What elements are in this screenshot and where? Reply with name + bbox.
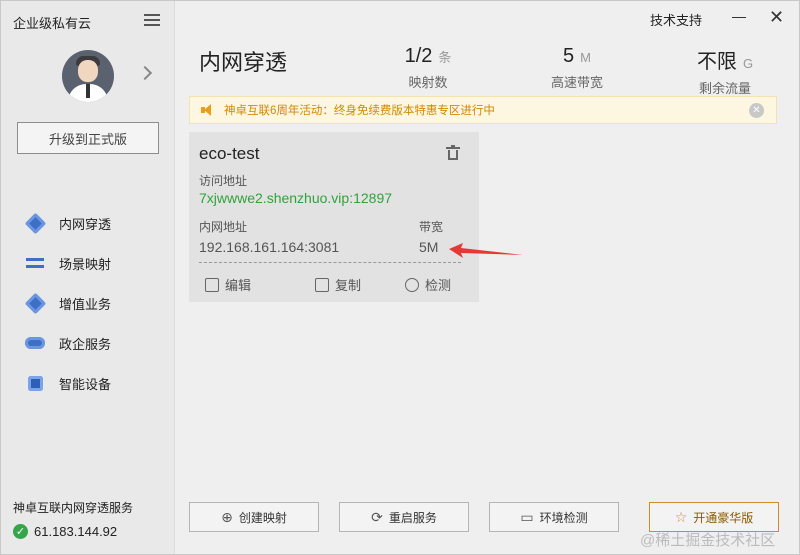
check-circle-icon: ✓ (13, 524, 28, 539)
chevron-right-icon[interactable] (137, 65, 153, 81)
speaker-icon (200, 103, 214, 117)
plus-circle-icon: ⊕ (221, 508, 233, 525)
stat-value: 5 (563, 45, 575, 67)
stat-traffic: 不限 G 剩余流量 (687, 45, 763, 97)
lan-address: 192.168.161.164:3081 (199, 239, 340, 255)
tunnel-icon (23, 212, 47, 234)
hamburger-menu-icon[interactable] (144, 14, 160, 28)
stat-bandwidth: 5M 高速带宽 (539, 45, 615, 91)
avatar[interactable] (62, 50, 114, 102)
bandwidth-value: 5M (419, 239, 439, 255)
gov-service-icon (23, 334, 47, 352)
edit-label: 编辑 (225, 278, 252, 293)
upgrade-button[interactable]: 升级到正式版 (17, 122, 159, 154)
refresh-icon: ⟳ (371, 508, 383, 525)
brand-title: 企业级私有云 (13, 16, 92, 31)
env-check-label: 环境检测 (539, 510, 588, 525)
sidebar-item-tunnel[interactable]: 内网穿透 (1, 203, 175, 243)
close-icon[interactable]: ✕ (769, 8, 784, 26)
minimize-icon[interactable] (732, 17, 746, 18)
stat-label: 剩余流量 (698, 81, 751, 96)
promo-banner[interactable]: 神卓互联6周年活动：终身免续费版本特惠专区进行中 ✕ (189, 96, 777, 124)
restart-service-button[interactable]: ⟳ 重启服务 (339, 502, 469, 532)
stat-value: 不限 (696, 51, 737, 73)
probe-icon (405, 277, 419, 292)
stat-label: 映射数 (408, 75, 448, 90)
restart-label: 重启服务 (388, 510, 437, 525)
mapping-card: eco-test 访问地址 7xjwwwe2.shenzhuo.vip:1289… (189, 132, 479, 302)
stat-unit: 条 (438, 50, 452, 65)
bandwidth-label: 带宽 (419, 220, 444, 234)
sidebar-item-label: 内网穿透 (59, 216, 112, 232)
mapping-name: eco-test (199, 144, 260, 163)
sidebar-item-scene-map[interactable]: 场景映射 (1, 243, 175, 283)
access-url[interactable]: 7xjwwwe2.shenzhuo.vip:12897 (199, 190, 392, 206)
app-window: 企业级私有云 升级到正式版 内网穿透 场景映射 增值业务 政企服务 智能设备 神… (0, 0, 800, 555)
stat-unit: G (742, 56, 754, 71)
service-ip: 61.183.144.92 (34, 524, 118, 539)
lan-label: 内网地址 (199, 220, 248, 234)
check-label: 检测 (425, 278, 452, 293)
scene-map-icon (23, 254, 47, 272)
banner-close-icon[interactable]: ✕ (749, 103, 764, 118)
edit-button[interactable]: 编辑 (205, 275, 251, 294)
stat-mappings: 1/2 条 映射数 (393, 45, 463, 91)
copy-label: 复制 (335, 278, 362, 293)
check-button[interactable]: 检测 (405, 275, 451, 294)
page-title: 内网穿透 (199, 50, 288, 75)
vip-label: 开通豪华版 (693, 510, 754, 525)
access-label: 访问地址 (199, 174, 248, 188)
support-link[interactable]: 技术支持 (650, 10, 702, 29)
sidebar-nav: 内网穿透 场景映射 增值业务 政企服务 智能设备 (1, 203, 175, 403)
sidebar-item-value-added[interactable]: 增值业务 (1, 283, 175, 323)
star-icon: ☆ (674, 508, 688, 525)
smart-device-icon (23, 374, 47, 392)
banner-text: 神卓互联6周年活动：终身免续费版本特惠专区进行中 (224, 105, 495, 117)
sidebar-item-label: 政企服务 (59, 336, 112, 352)
sidebar-item-gov-service[interactable]: 政企服务 (1, 323, 175, 363)
copy-icon (315, 277, 329, 292)
sidebar-item-label: 智能设备 (59, 376, 112, 392)
divider (199, 262, 461, 263)
monitor-icon: ▭ (520, 508, 534, 525)
watermark: @稀土掘金技术社区 (640, 532, 776, 549)
env-check-button[interactable]: ▭ 环境检测 (489, 502, 619, 532)
stat-value: 1/2 (404, 45, 433, 67)
sidebar: 企业级私有云 升级到正式版 内网穿透 场景映射 增值业务 政企服务 智能设备 神… (1, 1, 175, 554)
copy-button[interactable]: 复制 (315, 275, 361, 294)
service-status: ✓ 61.183.144.92 (13, 524, 117, 539)
sidebar-item-label: 增值业务 (59, 296, 112, 312)
stat-label: 高速带宽 (550, 75, 603, 90)
stat-unit: M (580, 50, 591, 65)
create-mapping-label: 创建映射 (238, 510, 287, 525)
sidebar-item-label: 场景映射 (59, 256, 112, 272)
edit-icon (205, 277, 219, 292)
create-mapping-button[interactable]: ⊕ 创建映射 (189, 502, 319, 532)
sidebar-item-smart-device[interactable]: 智能设备 (1, 363, 175, 403)
annotation-arrow-icon (449, 243, 523, 258)
value-added-icon (23, 292, 47, 314)
upgrade-vip-button[interactable]: ☆ 开通豪华版 (649, 502, 779, 532)
trash-icon[interactable] (446, 145, 460, 160)
service-title: 神卓互联内网穿透服务 (13, 501, 134, 515)
